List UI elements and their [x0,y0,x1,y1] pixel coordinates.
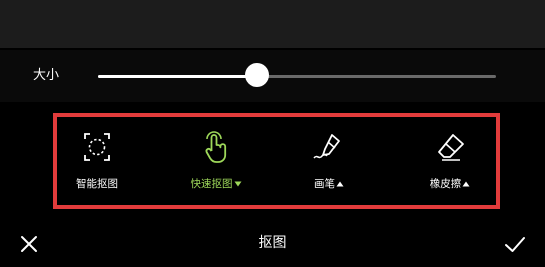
page-title: 抠图 [258,235,287,251]
size-slider-fill [98,75,258,78]
size-label: 大小 [33,68,60,83]
eraser-icon [438,134,464,161]
tool-brush[interactable]: 画笔 [284,129,374,201]
tool-panel: 智能抠图 快速抠图 画笔 橡皮擦 [53,113,500,209]
tool-quick-cutout[interactable]: 快速抠图 [171,129,261,201]
tool-label: 快速抠图 [190,178,233,190]
tool-label: 橡皮擦 [429,178,462,190]
size-slider-row: 大小 [0,50,545,102]
caret-up-icon [462,181,470,187]
tool-eraser[interactable]: 橡皮擦 [405,129,495,201]
checkmark-icon[interactable] [503,233,527,255]
caret-up-icon [336,181,344,187]
bottom-action-bar: 抠图 [0,222,545,267]
tool-label: 智能抠图 [76,178,118,190]
size-slider-thumb[interactable] [245,63,270,87]
dashed-circle-selection-icon [84,133,110,161]
cutout-editor: 大小 智能抠图 快速抠图 画笔 橡皮擦 抠图 [0,0,545,267]
finger-tap-icon [205,131,227,163]
tool-smart-cutout[interactable]: 智能抠图 [52,129,142,201]
tool-label: 画笔 [314,178,335,190]
size-slider-track[interactable] [98,75,496,78]
caret-down-icon [234,181,241,187]
brush-icon [313,134,340,159]
canvas-preview-area [0,0,545,48]
